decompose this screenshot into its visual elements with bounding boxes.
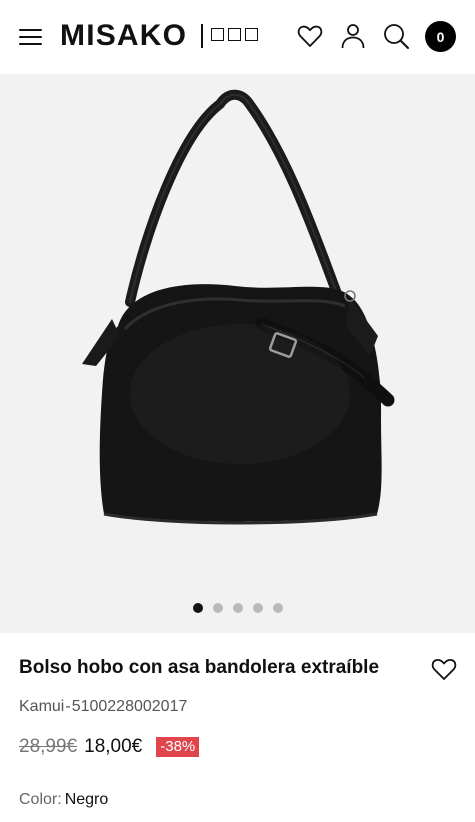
- product-model: Kamui: [19, 698, 65, 715]
- price-block: 28,99€ 18,00€ -38%: [19, 735, 200, 759]
- gallery-dot[interactable]: [252, 603, 263, 613]
- product-reference: Kamui-5100228002017: [19, 697, 187, 717]
- logo-divider: [201, 24, 203, 48]
- hamburger-menu-icon[interactable]: [19, 27, 43, 46]
- color-selector: Color: Negro: [19, 790, 108, 810]
- product-image: [82, 89, 395, 525]
- heart-icon[interactable]: [296, 22, 324, 50]
- user-icon[interactable]: [339, 22, 367, 50]
- current-price: 18,00€: [84, 736, 143, 757]
- site-header: MISAKO 0: [0, 0, 475, 74]
- discount-badge: -38%: [156, 737, 200, 757]
- color-value: Negro: [64, 791, 109, 808]
- gallery-dot[interactable]: [212, 603, 223, 613]
- gallery-dot[interactable]: [272, 603, 283, 613]
- old-price: 28,99€: [19, 736, 78, 757]
- wishlist-heart-icon[interactable]: [430, 656, 458, 682]
- cart-count: 0: [436, 28, 445, 45]
- product-gallery[interactable]: [0, 74, 475, 633]
- gallery-dot[interactable]: [192, 603, 203, 613]
- product-title: Bolso hobo con asa bandolera extraíble: [19, 657, 380, 678]
- product-sku: 5100228002017: [71, 698, 188, 715]
- ref-separator: -: [65, 698, 71, 715]
- gallery-pagination: [0, 603, 475, 613]
- brand-logo[interactable]: MISAKO: [60, 17, 187, 55]
- gallery-dot[interactable]: [232, 603, 243, 613]
- cart-button[interactable]: 0: [425, 21, 456, 52]
- search-icon[interactable]: [382, 22, 410, 50]
- color-label: Color:: [19, 791, 62, 808]
- logo-mark-icon: [211, 28, 258, 41]
